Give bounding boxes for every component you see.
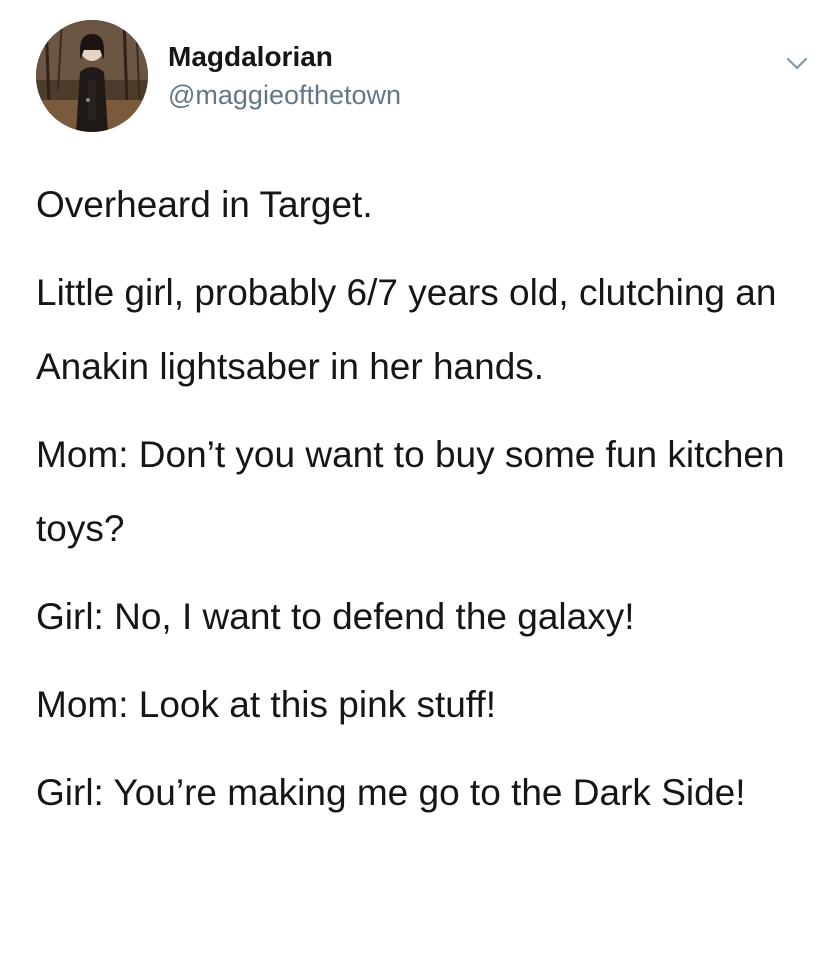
chevron-down-icon[interactable] bbox=[784, 50, 810, 76]
tweet-header: Magdalorian @maggieofthetown bbox=[36, 20, 816, 140]
tweet-paragraph: Girl: You’re making me go to the Dark Si… bbox=[36, 772, 746, 813]
tweet-card: Magdalorian @maggieofthetown Overheard i… bbox=[0, 0, 834, 960]
tweet-paragraph: Mom: Look at this pink stuff! bbox=[36, 684, 496, 725]
user-block: Magdalorian @maggieofthetown bbox=[168, 40, 401, 112]
tweet-paragraph: Overheard in Target. bbox=[36, 184, 373, 225]
tweet-paragraph: Girl: No, I want to defend the galaxy! bbox=[36, 596, 635, 637]
user-handle[interactable]: @maggieofthetown bbox=[168, 78, 401, 112]
avatar[interactable] bbox=[36, 20, 148, 132]
tweet-paragraph: Mom: Don’t you want to buy some fun kitc… bbox=[36, 434, 785, 549]
tweet-paragraph: Little girl, probably 6/7 years old, clu… bbox=[36, 272, 777, 387]
display-name[interactable]: Magdalorian bbox=[168, 40, 401, 74]
tweet-text: Overheard in Target. Little girl, probab… bbox=[36, 168, 806, 830]
